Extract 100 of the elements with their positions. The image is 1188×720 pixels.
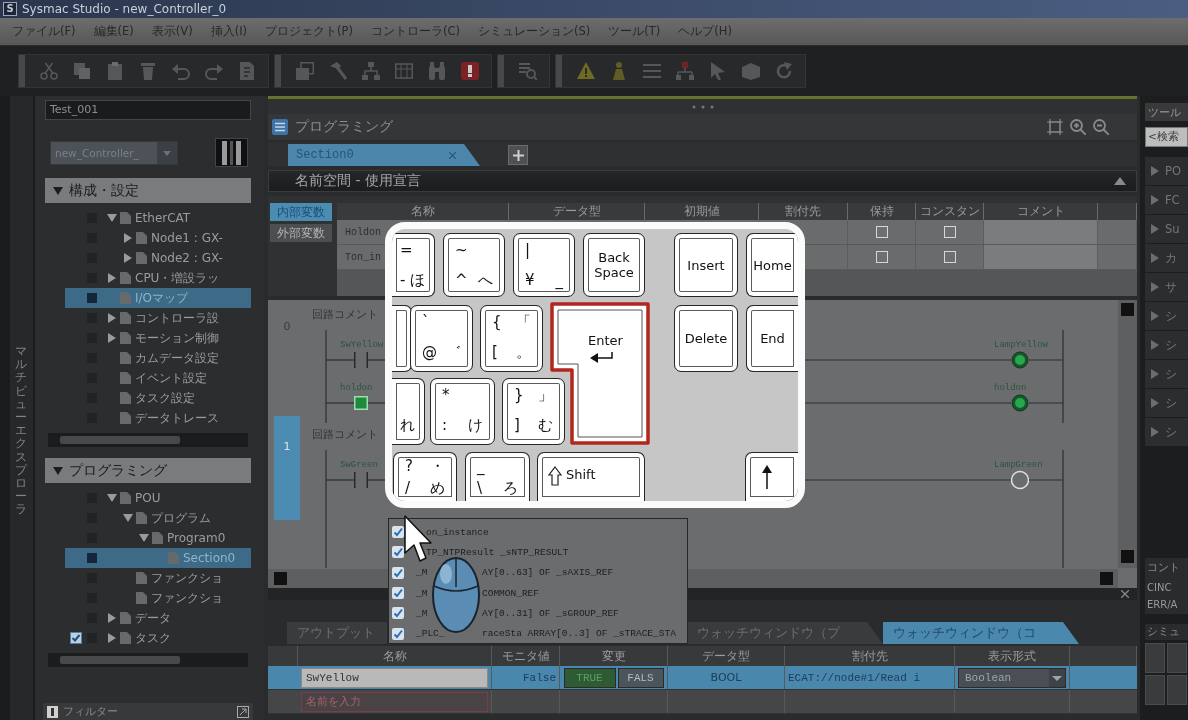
caret-right-icon[interactable] (107, 313, 117, 323)
toolbox-group[interactable]: サ (1145, 273, 1188, 301)
horizontal-scrollbar[interactable] (48, 653, 248, 667)
scissors-icon[interactable] (40, 62, 58, 80)
caret-right-icon[interactable] (107, 273, 117, 283)
caret-down-icon[interactable] (53, 185, 63, 196)
warning-icon[interactable] (577, 62, 595, 80)
toolbox-group[interactable]: シ (1145, 331, 1188, 359)
window-stack-icon[interactable] (296, 62, 314, 80)
toolbox-group[interactable]: FC (1145, 186, 1188, 214)
watch-row[interactable]: SwYellow False TRUE FALS BOOL ECAT://node#1/Read i Boolean (268, 666, 1137, 690)
caret-right-icon[interactable] (1150, 195, 1160, 205)
checkbox[interactable] (70, 632, 82, 644)
menu-item[interactable]: 挿入(I) (201, 22, 257, 41)
toolbox-group[interactable]: カ (1145, 244, 1188, 272)
grip-icon[interactable] (691, 104, 714, 109)
trash-icon[interactable] (139, 62, 157, 80)
panel-toggle-button[interactable] (215, 138, 248, 167)
tree-item[interactable]: Node2 : GX- (65, 248, 251, 268)
caret-down-icon[interactable] (107, 213, 117, 223)
table-row[interactable]: 名前を入力 (268, 690, 1137, 714)
binoculars-icon[interactable] (428, 62, 446, 80)
caret-right-icon[interactable] (1150, 427, 1160, 437)
toolbar-grip[interactable] (19, 55, 25, 87)
vertical-scrollbar[interactable] (1118, 300, 1137, 568)
tree-item[interactable]: プログラム (65, 508, 251, 528)
zoom-in-icon[interactable] (1070, 119, 1086, 135)
caret-down-icon[interactable] (107, 493, 117, 503)
name-field[interactable]: SwYellow (301, 667, 488, 688)
expand-icon[interactable] (237, 705, 249, 718)
side-tab[interactable]: マルチビューエクスプローラ (10, 96, 33, 720)
list-icon[interactable] (643, 62, 661, 80)
tree-item[interactable]: I/Oマップ (65, 288, 251, 308)
tree-item[interactable]: データ (65, 608, 251, 628)
figure-icon[interactable] (610, 62, 628, 80)
clipboard-icon[interactable] (106, 62, 124, 80)
caret-down-icon[interactable] (123, 513, 133, 523)
completion-item[interactable]: TP_NTPResult _sNTP_RESULT (392, 542, 687, 563)
tree-item[interactable]: EtherCAT (65, 208, 251, 228)
true-button[interactable]: TRUE (563, 667, 616, 688)
caret-right-icon[interactable] (1150, 224, 1160, 234)
alert-icon[interactable] (461, 62, 479, 80)
collapse-triangle-icon[interactable] (1114, 177, 1126, 185)
section-header[interactable]: 構成・設定 (45, 178, 251, 203)
caret-right-icon[interactable] (107, 613, 117, 623)
caret-right-icon[interactable] (123, 233, 133, 243)
refresh-icon[interactable] (775, 62, 793, 80)
tree-item[interactable]: Node1 : GX- (65, 228, 251, 248)
close-icon[interactable] (1121, 590, 1129, 598)
completion-item[interactable]: on_instance (392, 522, 687, 543)
tree-item[interactable]: カムデータ設定 (65, 348, 251, 368)
completion-item[interactable]: _M AY[0..31] OF _sGROUP_REF (392, 603, 687, 624)
tree-item[interactable]: タスク (65, 628, 251, 648)
hammer-icon[interactable] (329, 62, 347, 80)
network-alert-icon[interactable] (676, 62, 694, 80)
tree-item[interactable]: モーション制御 (65, 328, 251, 348)
tree-item[interactable]: ファンクショ (65, 568, 251, 588)
caret-right-icon[interactable] (107, 633, 117, 643)
toolbox-group[interactable]: Su (1145, 215, 1188, 243)
tree-item[interactable]: コントローラ設 (65, 308, 251, 328)
caret-right-icon[interactable] (1150, 398, 1160, 408)
toolbox-group[interactable]: シ (1145, 389, 1188, 417)
document-icon[interactable] (238, 62, 256, 80)
caret-right-icon[interactable] (123, 253, 133, 263)
box-icon[interactable] (742, 62, 760, 80)
caret-right-icon[interactable] (1150, 311, 1160, 321)
caret-right-icon[interactable] (1150, 340, 1160, 350)
list-search-icon[interactable] (519, 62, 537, 80)
redo-icon[interactable] (205, 62, 223, 80)
caret-down-icon[interactable] (53, 465, 63, 476)
toolbar-grip[interactable] (556, 55, 562, 87)
tree-item[interactable]: イベント設定 (65, 368, 251, 388)
caret-right-icon[interactable] (107, 333, 117, 343)
add-tab-button[interactable] (508, 145, 528, 165)
completion-item[interactable]: _PLC_ raceSta ARRAY[0..3] OF _sTRACE_STA (392, 623, 687, 644)
toolbar-grip[interactable] (498, 55, 504, 87)
false-button[interactable]: FALS (617, 667, 664, 688)
search-field[interactable]: <検索 (1145, 127, 1188, 147)
variable-kind-tab[interactable]: 外部変数 (270, 224, 332, 242)
fit-frame-icon[interactable] (1047, 119, 1063, 135)
section-header[interactable]: プログラミング (45, 458, 251, 483)
horizontal-scrollbar[interactable] (48, 433, 248, 447)
format-dropdown[interactable]: Boolean (958, 667, 1066, 688)
toolbox-group[interactable]: シ (1145, 360, 1188, 388)
tree-item[interactable]: データトレース (65, 408, 251, 428)
name-field[interactable]: 名前を入力 (301, 691, 488, 712)
contact[interactable] (354, 351, 368, 369)
toolbox-group[interactable]: PO (1145, 157, 1188, 185)
tree-item[interactable]: POU (65, 488, 251, 508)
completion-item[interactable]: _M AY[0..63] OF _sAXIS_REF (392, 562, 687, 583)
completion-item[interactable]: _M COMMON_REF (392, 582, 687, 604)
cursor-arrow-icon[interactable] (709, 62, 727, 80)
copy-icon[interactable] (73, 62, 91, 80)
toolbox-group[interactable]: シ (1145, 418, 1188, 446)
tree-item[interactable]: Program0 (65, 528, 251, 548)
tree-item[interactable]: Section0 (65, 548, 251, 568)
variable-kind-tab[interactable]: 内部変数 (270, 203, 332, 221)
contact[interactable] (354, 471, 368, 489)
zoom-out-icon[interactable] (1093, 119, 1109, 135)
grid-icon[interactable] (395, 62, 413, 80)
